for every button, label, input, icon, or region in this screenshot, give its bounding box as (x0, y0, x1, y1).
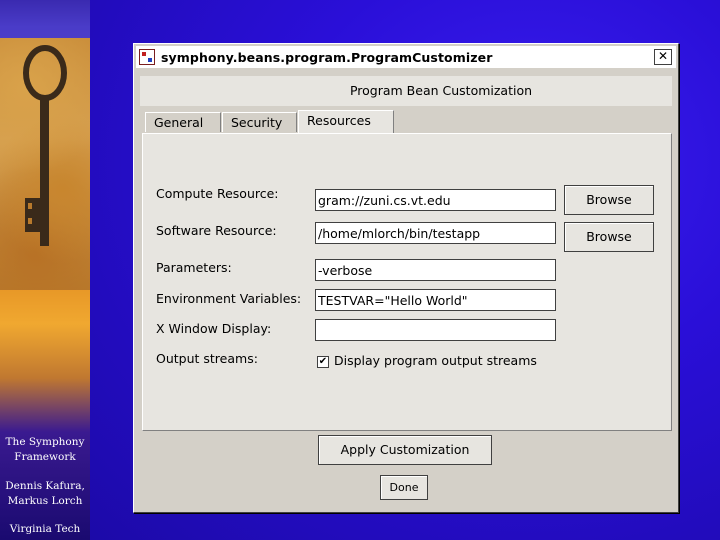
resources-panel: Compute Resource: Browse Software Resour… (142, 133, 672, 431)
caption-author-line: Dennis Kafura, (5, 480, 85, 492)
software-browse-button[interactable]: Browse (564, 222, 654, 252)
parameters-label: Parameters: (156, 260, 232, 275)
x-window-display-label: X Window Display: (156, 321, 272, 336)
caption-title: The Symphony Framework (0, 435, 90, 465)
tab-general[interactable]: General (145, 112, 221, 132)
caption-authors: Dennis Kafura, Markus Lorch (0, 479, 90, 509)
caption-title-line: Framework (14, 451, 76, 463)
program-customizer-window: symphony.beans.program.ProgramCustomizer… (133, 43, 679, 513)
environment-variables-input[interactable] (315, 289, 556, 311)
tab-resources[interactable]: Resources (298, 110, 394, 134)
caption-author-line: Markus Lorch (7, 495, 83, 507)
compute-resource-input[interactable] (315, 189, 556, 211)
software-resource-label: Software Resource: (156, 223, 277, 238)
output-streams-label: Output streams: (156, 351, 258, 366)
compute-resource-label: Compute Resource: (156, 186, 279, 201)
caption-org: Virginia Tech (9, 523, 81, 535)
caption-title-line: The Symphony (5, 436, 85, 448)
done-button[interactable]: Done (380, 475, 428, 500)
x-window-display-input[interactable] (315, 319, 556, 341)
app-icon (139, 49, 155, 65)
apply-customization-button[interactable]: Apply Customization (318, 435, 492, 465)
parameters-input[interactable] (315, 259, 556, 281)
customization-heading: Program Bean Customization (349, 83, 533, 98)
slide-left-strip: The Symphony Framework Dennis Kafura, Ma… (0, 0, 90, 540)
window-titlebar[interactable]: symphony.beans.program.ProgramCustomizer… (136, 46, 676, 68)
checkbox-check-icon: ✔ (318, 356, 328, 367)
key-image (0, 38, 90, 290)
tab-security[interactable]: Security (222, 112, 297, 132)
software-resource-input[interactable] (315, 222, 556, 244)
window-title: symphony.beans.program.ProgramCustomizer (161, 49, 493, 65)
environment-variables-label: Environment Variables: (156, 291, 302, 306)
close-icon[interactable]: ✕ (654, 49, 672, 65)
display-output-checkbox[interactable]: ✔ (317, 356, 329, 368)
display-output-checkbox-label[interactable]: Display program output streams (334, 353, 537, 368)
customization-heading-band: Program Bean Customization (140, 76, 672, 106)
compute-browse-button[interactable]: Browse (564, 185, 654, 215)
